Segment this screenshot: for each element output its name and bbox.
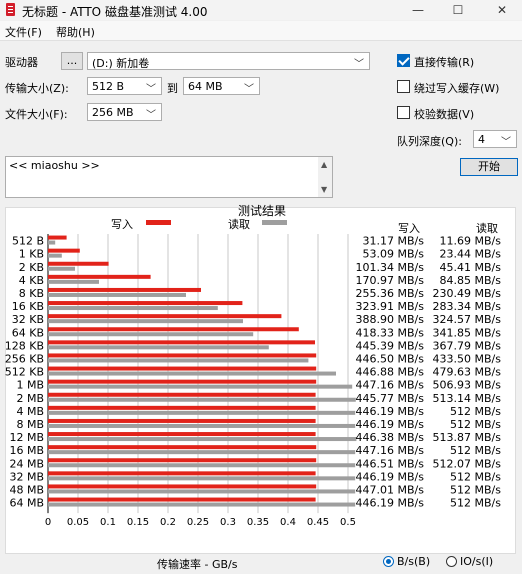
close-icon[interactable]: ✕ <box>490 1 514 19</box>
menu-file[interactable]: 文件(F) <box>5 24 42 40</box>
transfer-from-select[interactable]: 512 B ﹀ <box>87 77 162 95</box>
bypass-cache-checkbox[interactable] <box>397 80 410 93</box>
direct-io-checkbox[interactable] <box>397 54 410 67</box>
chevron-down-icon: ﹀ <box>501 137 511 148</box>
transfer-from-value: 512 B <box>92 80 125 93</box>
start-button[interactable]: 开始 <box>460 158 518 176</box>
notes-textarea[interactable]: << miaoshu >> ▲ ▼ <box>5 156 333 198</box>
app-icon <box>6 3 15 16</box>
transfer-to-value: 64 MB <box>188 80 223 93</box>
browse-button[interactable]: ... <box>61 52 83 70</box>
write-column-header: 写入 <box>398 222 420 235</box>
drive-label: 驱动器 <box>5 56 38 69</box>
notes-text: << miaoshu >> <box>9 159 100 172</box>
unit-bytes-label: B/s(B) <box>397 555 431 568</box>
direct-io-label: 直接传输(R) <box>414 56 475 69</box>
unit-io-label: IO/s(I) <box>460 555 494 568</box>
maximize-icon[interactable]: ☐ <box>446 1 470 19</box>
drive-select[interactable]: (D:) 新加卷 ﹀ <box>87 52 370 70</box>
unit-bytes-radio[interactable] <box>383 556 394 567</box>
verify-data-label: 校验数据(V) <box>414 108 475 121</box>
queue-depth-select[interactable]: 4 ﹀ <box>473 130 517 148</box>
window-title: 无标题 - ATTO 磁盘基准测试 4.00 <box>22 5 208 19</box>
read-column-header: 读取 <box>476 222 498 235</box>
scroll-up-icon[interactable]: ▲ <box>321 160 327 169</box>
notes-scrollbar[interactable]: ▲ ▼ <box>318 157 332 197</box>
to-label: 到 <box>167 82 178 95</box>
menu-help[interactable]: 帮助(H) <box>56 24 95 40</box>
legend-write-label: 写入 <box>111 218 133 231</box>
chevron-down-icon: ﹀ <box>244 84 254 95</box>
chevron-down-icon: ﹀ <box>146 84 156 95</box>
file-size-label: 文件大小(F): <box>5 108 68 121</box>
queue-depth-value: 4 <box>478 133 485 146</box>
transfer-to-select[interactable]: 64 MB ﹀ <box>183 77 260 95</box>
verify-data-checkbox[interactable] <box>397 106 410 119</box>
scroll-down-icon[interactable]: ▼ <box>321 185 327 194</box>
minimize-icon[interactable]: — <box>406 1 430 19</box>
chevron-down-icon: ﹀ <box>354 59 364 70</box>
title-bar: 无标题 - ATTO 磁盘基准测试 4.00 — ☐ ✕ <box>0 0 522 20</box>
x-axis-title: 传输速率 - GB/s <box>157 558 238 571</box>
legend-read-swatch <box>262 220 287 225</box>
results-panel <box>5 207 516 554</box>
legend-read-label: 读取 <box>228 218 250 231</box>
file-size-select[interactable]: 256 MB ﹀ <box>87 103 162 121</box>
unit-io-radio[interactable] <box>446 556 457 567</box>
bypass-cache-label: 绕过写入缓存(W) <box>414 82 500 95</box>
menu-bar: 文件(F) 帮助(H) <box>0 21 522 40</box>
chevron-down-icon: ﹀ <box>146 110 156 121</box>
drive-value: (D:) 新加卷 <box>92 57 150 70</box>
transfer-size-label: 传输大小(Z): <box>5 82 69 95</box>
file-size-value: 256 MB <box>92 106 134 119</box>
legend-write-swatch <box>146 220 171 225</box>
queue-depth-label: 队列深度(Q): <box>397 135 462 148</box>
